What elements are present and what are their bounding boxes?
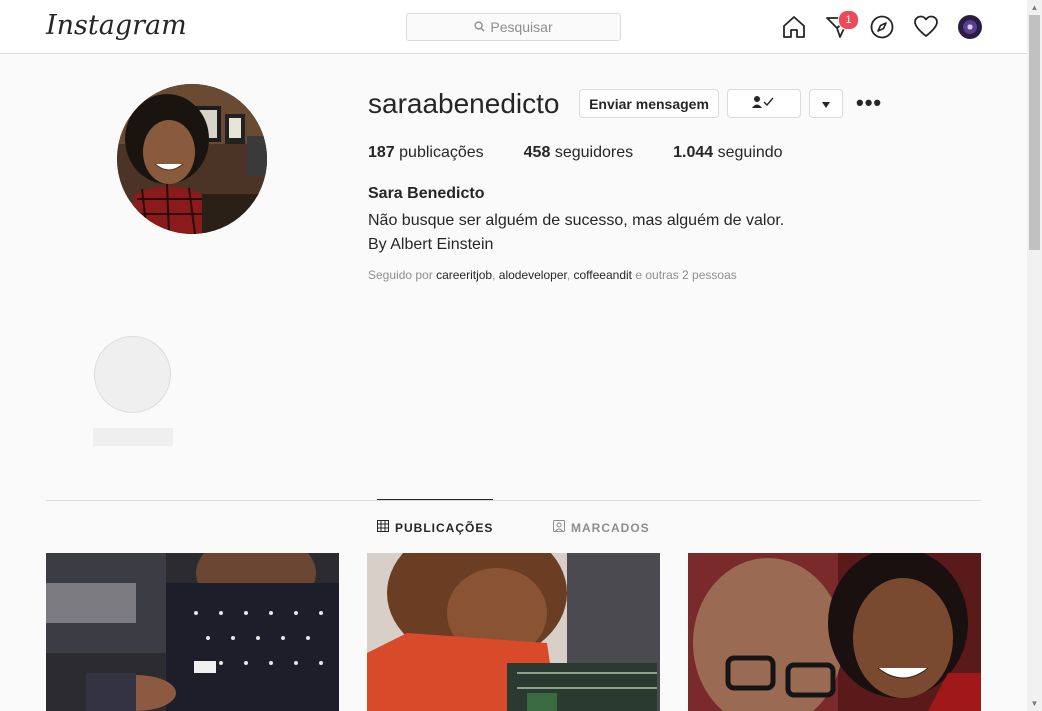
profile-username: saraabenedicto xyxy=(368,88,560,119)
top-nav-bar: Instagram Pesquisar 1 xyxy=(0,0,1027,54)
scrollbar-thumb[interactable] xyxy=(1029,15,1040,250)
scroll-up-arrow-icon[interactable]: ▲ xyxy=(1027,0,1042,15)
send-message-button[interactable]: Enviar mensagem xyxy=(579,89,719,118)
search-icon xyxy=(474,19,485,35)
notification-badge: 1 xyxy=(838,10,859,30)
tagged-icon xyxy=(553,520,565,535)
highlight-placeholder xyxy=(94,336,171,413)
followers-count[interactable]: 458 seguidores xyxy=(524,144,633,162)
active-tab-indicator xyxy=(377,499,493,500)
profile-avatar-icon[interactable] xyxy=(958,15,982,39)
tabs-divider xyxy=(46,500,981,501)
heart-icon[interactable] xyxy=(913,14,939,40)
instagram-logo[interactable]: Instagram xyxy=(46,10,187,41)
posts-count[interactable]: 187 publicações xyxy=(368,144,484,162)
follower-link[interactable]: coffeeandit xyxy=(574,268,633,282)
tab-tagged[interactable]: MARCADOS xyxy=(553,520,650,535)
search-input[interactable]: Pesquisar xyxy=(406,13,621,41)
search-placeholder: Pesquisar xyxy=(490,19,553,35)
scroll-down-arrow-icon[interactable]: ▼ xyxy=(1027,696,1042,711)
grid-icon xyxy=(377,520,389,535)
tab-posts[interactable]: PUBLICAÇÕES xyxy=(377,520,493,535)
bio-line: By Albert Einstein xyxy=(368,236,494,253)
profile-bio: Não busque ser alguém de sucesso, mas al… xyxy=(368,209,784,257)
followed-by: Seguido por careeritjob, alodeveloper, c… xyxy=(368,268,737,282)
profile-full-name: Sara Benedicto xyxy=(368,185,485,202)
follower-link[interactable]: careeritjob xyxy=(436,268,492,282)
following-button[interactable] xyxy=(727,89,801,118)
more-options-icon[interactable]: ••• xyxy=(856,92,882,114)
follower-link[interactable]: alodeveloper xyxy=(499,268,567,282)
user-check-icon xyxy=(752,95,776,112)
bio-line: Não busque ser alguém de sucesso, mas al… xyxy=(368,212,785,229)
post-thumbnail[interactable] xyxy=(46,553,339,711)
post-thumbnail[interactable] xyxy=(688,553,981,711)
scrollbar[interactable]: ▲ ▼ xyxy=(1027,0,1042,711)
caret-down-icon xyxy=(821,96,831,112)
post-thumbnail[interactable] xyxy=(367,553,660,711)
profile-picture[interactable] xyxy=(117,84,267,234)
following-count[interactable]: 1.044 seguindo xyxy=(673,144,782,162)
explore-icon[interactable] xyxy=(869,14,895,40)
profile-stats: 187 publicações 458 seguidores 1.044 seg… xyxy=(368,144,823,162)
suggestions-dropdown-button[interactable] xyxy=(809,89,843,118)
followed-by-others[interactable]: e outras 2 pessoas xyxy=(635,268,736,282)
home-icon[interactable] xyxy=(781,14,807,40)
highlight-label-placeholder xyxy=(93,428,173,446)
